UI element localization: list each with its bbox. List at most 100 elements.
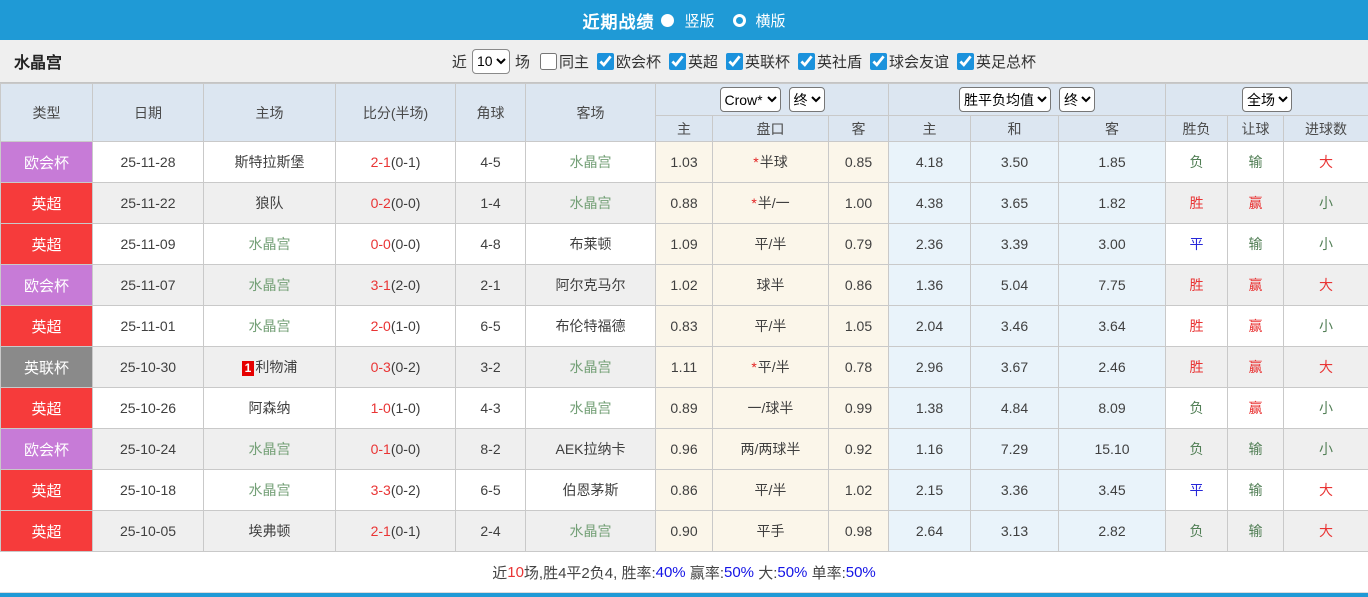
col-header-away: 客场 [526, 84, 656, 142]
result-cell: 胜 [1166, 306, 1228, 347]
recent-label: 近 [452, 51, 467, 72]
league-checkbox[interactable] [597, 53, 614, 70]
date-cell: 25-11-22 [93, 183, 204, 224]
avg-draw-cell: 3.67 [971, 347, 1059, 388]
home-team-cell[interactable]: 水晶宫 [204, 306, 336, 347]
handicap-cell: *半/一 [713, 183, 829, 224]
date-cell: 25-10-24 [93, 429, 204, 470]
score-cell: 0-1(0-0) [336, 429, 456, 470]
odds-away-cell: 0.78 [829, 347, 889, 388]
corner-cell: 4-3 [456, 388, 526, 429]
handicap-cell: 平/半 [713, 224, 829, 265]
table-row: 欧会杯25-11-07水晶宫3-1(2-0)2-1阿尔克马尔1.02球半0.86… [1, 265, 1368, 306]
away-team-cell[interactable]: 水晶宫 [526, 142, 656, 183]
date-cell: 25-11-09 [93, 224, 204, 265]
subcol-odds-away: 客 [829, 116, 889, 142]
handicap-star-icon: * [751, 359, 756, 375]
avg-away-cell: 15.10 [1059, 429, 1166, 470]
subcol-avg-away: 客 [1059, 116, 1166, 142]
score-cell: 0-3(0-2) [336, 347, 456, 388]
away-team-cell[interactable]: 水晶宫 [526, 511, 656, 552]
odds-away-cell: 1.05 [829, 306, 889, 347]
away-team-cell[interactable]: 布伦特福德 [526, 306, 656, 347]
score-cell: 3-3(0-2) [336, 470, 456, 511]
score-cell: 1-0(1-0) [336, 388, 456, 429]
home-team-cell[interactable]: 斯特拉斯堡 [204, 142, 336, 183]
league-checkbox[interactable] [726, 53, 743, 70]
home-team-cell[interactable]: 水晶宫 [204, 470, 336, 511]
team-name: 水晶宫 [14, 49, 62, 73]
avg-draw-cell: 3.65 [971, 183, 1059, 224]
bookmaker-select[interactable]: Crow* [720, 87, 781, 112]
odds-away-cell: 0.86 [829, 265, 889, 306]
summary-segment: 胜率: [621, 562, 655, 583]
filter-controls: 近 10 场 同主 欧会杯英超英联杯英社盾球会友谊英足总杯 [120, 49, 1368, 74]
league-badge-cell: 欧会杯 [1, 429, 93, 470]
league-badge-cell: 英超 [1, 511, 93, 552]
average-select[interactable]: 胜平负均值 [959, 87, 1051, 112]
same-host-checkbox[interactable] [540, 53, 557, 70]
away-team-cell[interactable]: 水晶宫 [526, 183, 656, 224]
away-team-cell[interactable]: 阿尔克马尔 [526, 265, 656, 306]
avg-away-cell: 1.82 [1059, 183, 1166, 224]
corner-cell: 8-2 [456, 429, 526, 470]
score-cell: 0-2(0-0) [336, 183, 456, 224]
avg-home-cell: 2.15 [889, 470, 971, 511]
league-badge-cell: 英超 [1, 183, 93, 224]
away-team-cell[interactable]: 水晶宫 [526, 347, 656, 388]
home-team-cell[interactable]: 狼队 [204, 183, 336, 224]
home-team-cell[interactable]: 埃弗顿 [204, 511, 336, 552]
league-checkbox[interactable] [870, 53, 887, 70]
scope-select[interactable]: 全场 [1242, 87, 1292, 112]
goals-cell: 大 [1284, 347, 1368, 388]
games-label: 场 [515, 51, 530, 72]
result-cell: 平 [1166, 224, 1228, 265]
odds-home-cell: 1.03 [656, 142, 713, 183]
average-period-select[interactable]: 终 [1059, 87, 1095, 112]
summary-segment: 50% [777, 564, 807, 581]
home-team-cell[interactable]: 水晶宫 [204, 265, 336, 306]
league-checkbox[interactable] [669, 53, 686, 70]
results-table: 类型 日期 主场 比分(半场) 角球 客场 Crow*终 胜平负均值终 全场 主… [0, 83, 1368, 552]
recent-count-select[interactable]: 10 [472, 49, 510, 74]
avg-home-cell: 4.18 [889, 142, 971, 183]
handicap-cell: 平/半 [713, 470, 829, 511]
bookmaker-period-select[interactable]: 终 [789, 87, 825, 112]
league-checkbox-label: 球会友谊 [889, 54, 949, 71]
away-team-cell[interactable]: 布莱顿 [526, 224, 656, 265]
results-body: 欧会杯25-11-28斯特拉斯堡2-1(0-1)4-5水晶宫1.03*半球0.8… [1, 142, 1368, 552]
summary-segment: 近 [492, 562, 507, 583]
home-team-cell[interactable]: 阿森纳 [204, 388, 336, 429]
away-team-cell[interactable]: 伯恩茅斯 [526, 470, 656, 511]
goals-cell: 小 [1284, 306, 1368, 347]
league-checkbox-label: 英联杯 [745, 54, 790, 71]
radio-horizontal-icon[interactable] [733, 14, 746, 27]
avg-draw-cell: 3.50 [971, 142, 1059, 183]
handicap-result-cell: 输 [1228, 511, 1284, 552]
avg-draw-cell: 3.39 [971, 224, 1059, 265]
home-team-cell[interactable]: 水晶宫 [204, 429, 336, 470]
header-row-top: 类型 日期 主场 比分(半场) 角球 客场 Crow*终 胜平负均值终 全场 [1, 84, 1368, 116]
view-mode-vertical[interactable]: 竖版 [684, 10, 714, 31]
radio-vertical-selected-icon[interactable] [661, 14, 674, 27]
goals-cell: 小 [1284, 224, 1368, 265]
table-row: 英超25-10-05埃弗顿2-1(0-1)2-4水晶宫0.90平手0.982.6… [1, 511, 1368, 552]
away-team-cell[interactable]: 水晶宫 [526, 388, 656, 429]
handicap-result-cell: 输 [1228, 429, 1284, 470]
away-team-cell[interactable]: AEK拉纳卡 [526, 429, 656, 470]
table-row: 欧会杯25-10-24水晶宫0-1(0-0)8-2AEK拉纳卡0.96两/两球半… [1, 429, 1368, 470]
corner-cell: 4-8 [456, 224, 526, 265]
home-team-cell[interactable]: 水晶宫 [204, 224, 336, 265]
result-cell: 负 [1166, 388, 1228, 429]
league-checkbox[interactable] [957, 53, 974, 70]
handicap-cell: 平/半 [713, 306, 829, 347]
result-cell: 平 [1166, 470, 1228, 511]
subcol-result: 胜负 [1166, 116, 1228, 142]
corner-cell: 2-1 [456, 265, 526, 306]
scope-select-group: 全场 [1166, 84, 1368, 116]
view-mode-horizontal[interactable]: 横版 [756, 10, 786, 31]
league-checkbox[interactable] [798, 53, 815, 70]
odds-home-cell: 0.90 [656, 511, 713, 552]
home-team-cell[interactable]: 1利物浦 [204, 347, 336, 388]
avg-home-cell: 2.04 [889, 306, 971, 347]
